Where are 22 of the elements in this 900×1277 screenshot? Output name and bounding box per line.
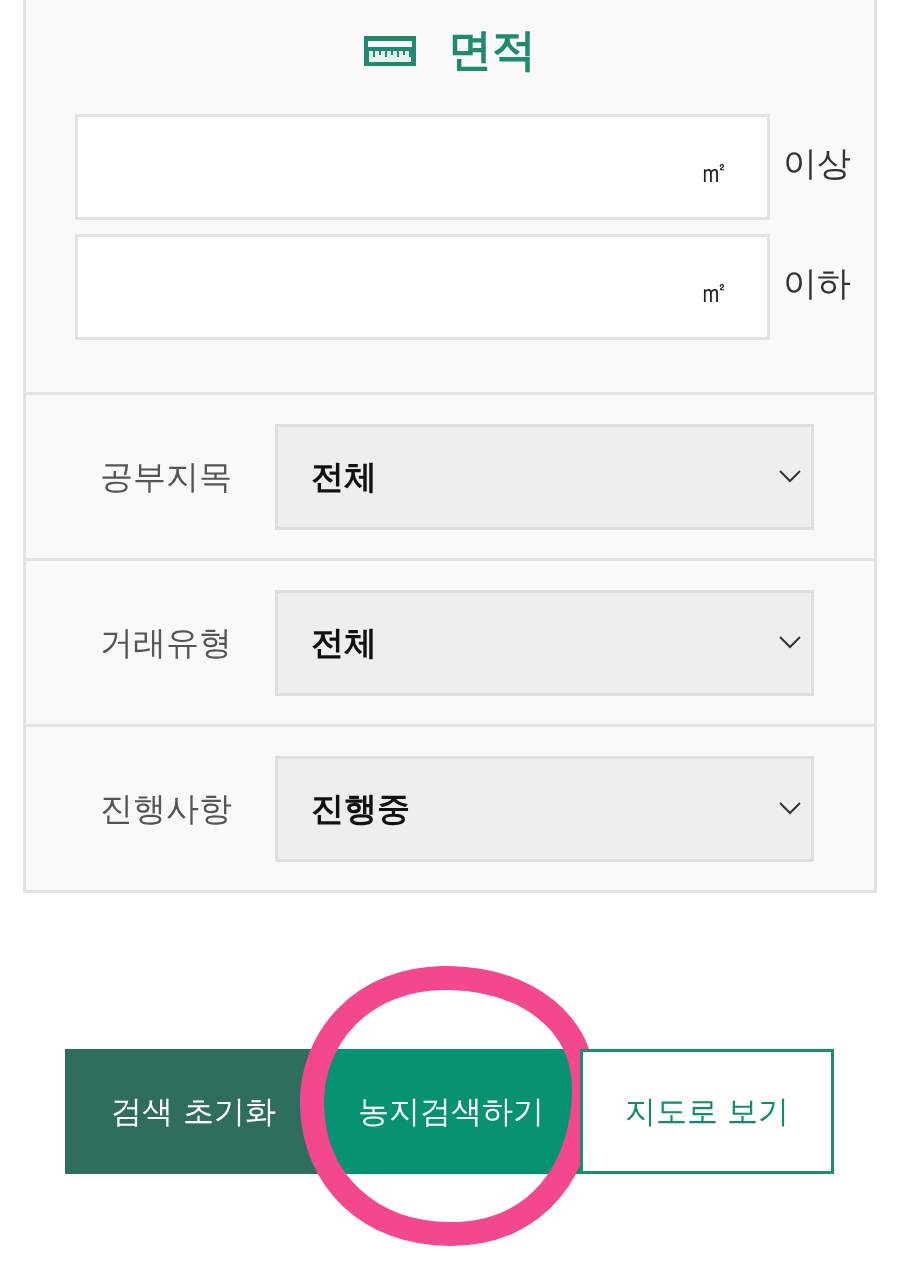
action-button[interactable]: 지도로 보기 [580, 1049, 834, 1174]
select-value: 전체 [311, 626, 377, 659]
area-title: 면적 [448, 23, 536, 77]
chevron-down-icon [779, 802, 801, 815]
select-dropdown[interactable]: 전체 [275, 589, 814, 696]
select-value: 전체 [311, 460, 377, 493]
area-input-field[interactable]: ㎡ [75, 114, 770, 220]
select-dropdown[interactable]: 진행중 [275, 755, 814, 862]
range-label: 이상 [783, 146, 851, 180]
filter-label: 공부지목 [100, 460, 233, 493]
area-input-field[interactable]: ㎡ [75, 234, 770, 340]
chevron-down-icon [779, 636, 801, 649]
action-button[interactable]: 농지검색하기 [322, 1049, 580, 1174]
unit-label: ㎡ [699, 157, 729, 187]
range-label: 이하 [783, 266, 851, 300]
filter-label: 거래유형 [100, 626, 233, 659]
select-value: 진행중 [311, 792, 410, 825]
select-dropdown[interactable]: 전체 [275, 423, 814, 530]
filter-label: 진행사항 [100, 792, 233, 825]
ruler-icon [364, 36, 416, 66]
chevron-down-icon [779, 470, 801, 483]
unit-label: ㎡ [699, 277, 729, 307]
